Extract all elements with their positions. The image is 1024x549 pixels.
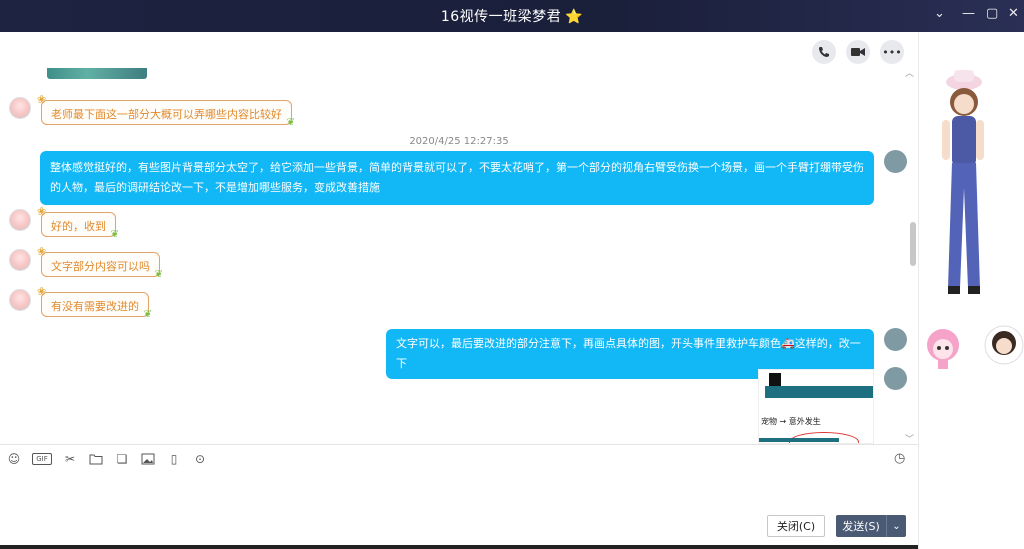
history-clock-icon[interactable]: ◷: [894, 451, 905, 466]
flower-icon: ❀: [37, 93, 47, 106]
file-button[interactable]: [88, 451, 104, 467]
flower-icon: ❀: [37, 205, 47, 218]
phone-call-button[interactable]: [812, 40, 836, 64]
leaf-icon: ❦: [286, 117, 295, 128]
message-text: 老师最下面这一部分大概可以弄哪些内容比较好: [51, 108, 282, 121]
input-divider: [0, 444, 918, 445]
smile-icon: ☺: [7, 452, 21, 466]
folder-icon: [89, 454, 103, 465]
chat-history[interactable]: ••• ︿ ﹀ ❀ 老师最下面这一部分大概可以弄哪些内容比较好 ❦ 2020/4…: [0, 32, 918, 444]
more-button[interactable]: •••: [880, 40, 904, 64]
send-button[interactable]: 发送(S): [836, 515, 886, 537]
scroll-up-icon[interactable]: ︿: [905, 66, 914, 79]
message-timestamp: 2020/4/25 12:27:35: [409, 136, 509, 147]
gif-button[interactable]: GIF: [32, 453, 52, 465]
sticker-button[interactable]: ❏: [114, 451, 130, 467]
contact-avatar[interactable]: [9, 289, 31, 311]
friend-avatar[interactable]: [984, 325, 1024, 365]
more-icon: •••: [882, 45, 902, 59]
image-caption: 宠物 → 意外发生: [761, 417, 821, 426]
taskbar-edge: [0, 545, 1024, 549]
scrollbar-thumb[interactable]: [910, 222, 916, 266]
my-avatar[interactable]: [884, 150, 907, 173]
pet-avatar[interactable]: [918, 323, 968, 371]
chevron-down-icon: ⌄: [892, 520, 901, 532]
my-avatar[interactable]: [884, 367, 907, 390]
video-call-button[interactable]: [846, 40, 870, 64]
emoji-button[interactable]: ☺: [6, 451, 22, 467]
title-bar: 16视传一班梁梦君 ⭐ ⌄ — ▢ ✕: [0, 0, 1024, 32]
image-icon: [141, 453, 155, 465]
outgoing-message: 整体感觉挺好的，有些图片背景部分太空了，给它添加一些背景，简单的背景就可以了，不…: [40, 151, 874, 205]
incoming-message: ❀ 好的，收到 ❦: [37, 205, 119, 240]
incoming-message: ❀ 有没有需要改进的 ❦: [37, 285, 152, 320]
minimize-icon[interactable]: —: [962, 6, 975, 21]
message-text: 有没有需要改进的: [51, 300, 139, 313]
maximize-icon[interactable]: ▢: [986, 6, 998, 21]
leaf-icon: ❦: [143, 309, 152, 320]
character-avatar[interactable]: [924, 68, 1000, 308]
star-icon: ⭐: [565, 9, 584, 25]
input-toolbar: ☺ GIF ✂ ❏ ▯ ⊙: [6, 451, 208, 467]
screenshot-button[interactable]: ✂: [62, 451, 78, 467]
gif-icon: GIF: [36, 455, 48, 463]
shake-button[interactable]: ▯: [166, 451, 182, 467]
window-title: 16视传一班梁梦君 ⭐: [0, 6, 1024, 26]
scissors-icon: ✂: [64, 452, 76, 466]
message-text: 文字可以，最后要改进的部分注意下，再画点具体的图，开头事件里救护车颜色: [396, 337, 781, 350]
message-text: 整体感觉挺好的，有些图片背景部分太空了，给它添加一些背景，简单的背景就可以了，不…: [50, 161, 864, 194]
image-button[interactable]: [140, 451, 156, 467]
image-message-partial[interactable]: [47, 68, 147, 79]
video-icon: [851, 48, 865, 56]
send-options-button[interactable]: ⌄: [886, 515, 906, 537]
incoming-message: ❀ 文字部分内容可以吗 ❦: [37, 245, 163, 280]
close-button[interactable]: 关闭(C): [767, 515, 825, 537]
close-window-icon[interactable]: ✕: [1008, 6, 1019, 21]
phone-icon: [819, 47, 829, 57]
scroll-down-icon[interactable]: ﹀: [905, 432, 914, 444]
contact-name: 16视传一班梁梦君: [440, 9, 562, 25]
dropdown-icon[interactable]: ⌄: [934, 6, 945, 21]
leaf-icon: ❦: [110, 229, 119, 240]
chat-header-actions: •••: [812, 40, 904, 64]
flower-icon: ❀: [37, 245, 47, 258]
my-avatar[interactable]: [884, 328, 907, 351]
message-input[interactable]: [0, 470, 918, 510]
sticker-icon: ❏: [116, 452, 128, 466]
flower-icon: ❀: [37, 285, 47, 298]
message-text: 好的，收到: [51, 220, 106, 233]
more-tools-button[interactable]: ⊙: [192, 451, 208, 467]
vibrate-icon: ▯: [170, 452, 178, 466]
ambulance-emoji: 🚑: [781, 337, 795, 350]
image-message[interactable]: 宠物 → 意外发生: [758, 369, 874, 444]
contact-avatar[interactable]: [9, 209, 31, 231]
ellipsis-icon: ⊙: [194, 452, 206, 466]
contact-avatar[interactable]: [9, 97, 31, 119]
contact-avatar[interactable]: [9, 249, 31, 271]
incoming-message: ❀ 老师最下面这一部分大概可以弄哪些内容比较好 ❦: [37, 93, 295, 128]
message-text: 文字部分内容可以吗: [51, 260, 150, 273]
leaf-icon: ❦: [154, 269, 163, 280]
